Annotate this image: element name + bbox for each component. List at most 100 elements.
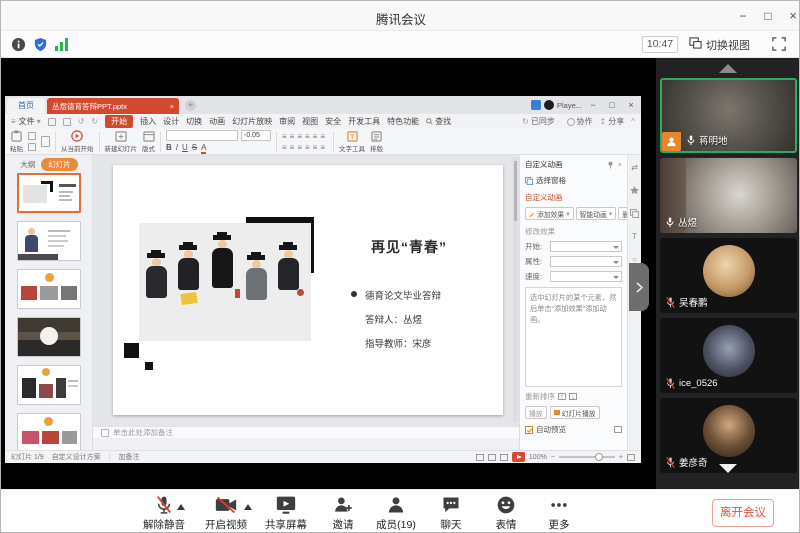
wps-tab-view: 视图 (302, 116, 318, 127)
slide-deco-square (124, 343, 139, 358)
layout-button: 版式 (142, 131, 155, 153)
wps-tab-slideshow: 幻灯片放映 (232, 116, 272, 127)
share-screen-button[interactable]: 共享屏幕 (260, 495, 312, 532)
smart-animation-button: 智能动画▾ (576, 207, 617, 220)
security-shield-icon[interactable] (33, 37, 48, 57)
add-effect-button: 添加效果▾ (525, 207, 574, 220)
wps-tab-features: 特色功能 (387, 116, 419, 127)
network-signal-icon[interactable] (55, 38, 69, 56)
fullscreen-icon[interactable] (772, 37, 786, 56)
speed-field-select (550, 271, 622, 282)
italic-button: I (176, 143, 178, 154)
more-dots-icon (549, 495, 569, 515)
start-field-select (550, 241, 622, 252)
canvas-scrollbar (513, 157, 518, 423)
invite-person-icon (333, 495, 353, 515)
chat-button[interactable]: 聊天 (425, 495, 477, 532)
scroll-down-arrow[interactable] (719, 464, 737, 473)
slide-thumbnail-3 (17, 269, 81, 309)
video-tile-5[interactable]: 姜彦奇 (660, 398, 797, 473)
video-tile-2[interactable]: 丛煜 (660, 158, 797, 233)
wps-home-tab: 首页 (7, 98, 45, 114)
normal-view-icon (476, 454, 484, 461)
slideshow-play-button (512, 452, 525, 462)
wps-account-name: Playe... (557, 101, 582, 110)
audio-options-caret[interactable] (177, 504, 185, 510)
wps-tab-transition: 切换 (186, 116, 202, 127)
invite-button[interactable]: 邀请 (317, 495, 369, 532)
video-options-caret[interactable] (244, 504, 252, 510)
cut-icon (28, 132, 36, 140)
close-button[interactable]: × (782, 7, 800, 25)
leave-meeting-button[interactable]: 离开会议 (712, 499, 774, 527)
wps-sync-status: ↻已同步· (522, 116, 559, 127)
avatar (703, 325, 755, 377)
font-color-button: A (201, 143, 206, 154)
meeting-info-icon[interactable] (11, 37, 26, 57)
meeting-toolbar: 10:47 切换视图 (1, 31, 800, 58)
wps-workspace: 大纲 幻灯片 (5, 155, 641, 450)
copy-icon (28, 143, 36, 151)
new-slide-button: 新建幻灯片 (105, 131, 138, 153)
video-tile-1[interactable]: 蒋明地 (660, 78, 797, 153)
host-badge-icon (662, 132, 681, 151)
mic-muted-icon (665, 457, 676, 468)
slide-bullet-3: 指导教师：宋彦 (365, 336, 432, 350)
auto-preview-checkbox (525, 426, 533, 434)
wps-tab-close-icon: × (170, 102, 174, 111)
maximize-button[interactable]: □ (757, 7, 779, 25)
play-from-current-button: 从当前开始 (61, 130, 94, 153)
member-person-icon (386, 495, 406, 515)
unmute-button[interactable]: 解除静音 (138, 495, 190, 532)
underline-button: U (182, 143, 188, 154)
animation-hint-box: 选中幻灯片的某个元素，然后单击“添加效果”添加动画。 (525, 287, 622, 387)
text-tools-button: T 文字工具 (339, 131, 365, 153)
sidebar-collapse-handle[interactable] (629, 263, 649, 311)
camera-off-icon (215, 495, 237, 515)
wps-document-tab: 丛煜德育答辩PPT.pptx × (47, 98, 179, 114)
wps-restore-icon: □ (604, 97, 620, 113)
reorder-up-button: ↑ (558, 393, 566, 400)
print-icon (63, 118, 71, 126)
emoji-button[interactable]: 表情 (480, 495, 532, 532)
format-painter-icon (41, 136, 50, 147)
participant-name: 蒋明地 (699, 133, 728, 147)
zoom-out-button: − (551, 454, 555, 461)
wps-close-icon: × (623, 97, 639, 113)
slide-thumbnail-1 (17, 173, 81, 213)
panel-grid-icon (614, 426, 622, 433)
video-tile-4[interactable]: ice_0526 (660, 318, 797, 393)
start-video-button[interactable]: 开启视频 (200, 495, 252, 532)
video-tile-3[interactable]: 吴春鹏 (660, 238, 797, 313)
wps-ribbon: 粘贴 从当前开始 新建幻灯片 版 (5, 129, 641, 155)
tencent-meeting-window: 腾讯会议 − □ × 10:47 切换视图 首 (0, 0, 800, 533)
participant-name: ice_0526 (679, 378, 718, 389)
avatar (703, 245, 755, 297)
slideshow-icon (554, 410, 560, 415)
switch-view-button[interactable]: 切换视图 (689, 35, 750, 54)
slide-thumbnail-6 (17, 413, 81, 453)
wps-status-bar: 幻灯片 1/9 自定义设计方案 | 加备注 100% − + (5, 450, 641, 463)
reorder-down-button: ↓ (569, 393, 577, 400)
animation-panel-title: 自定义动画 (525, 159, 563, 170)
slide-bullet-1: 德育论文毕业答辩 (365, 288, 441, 302)
participant-name: 吴春鹏 (679, 295, 708, 309)
paragraph-group: ≡≡≡≡≡≡ ≡≡≡≡≡≡ (282, 132, 328, 152)
mic-muted-icon (665, 297, 676, 308)
more-button[interactable]: 更多 (533, 495, 585, 532)
minimize-button[interactable]: − (732, 7, 754, 25)
slide-bullet-2: 答辩人：丛煜 (365, 312, 422, 326)
participant-video-sidebar: 蒋明地 丛煜 吴春鹏 (656, 58, 800, 489)
members-button[interactable]: 成员(19) (367, 495, 425, 532)
wps-menu-bar: ≡ 文件▾ ↺ ↻ 开始 插入 设计 切换 动画 幻灯片放映 审阅 视图 安全 … (5, 114, 641, 129)
wps-tab-design: 设计 (163, 116, 179, 127)
scroll-up-arrow[interactable] (719, 64, 737, 73)
slide-thumbnail-4 (17, 317, 81, 357)
slide-canvas: 再见“青春” 德育论文毕业答辩 答辩人：丛煜 指导教师：宋彦 (93, 155, 519, 426)
notes-placeholder: 单击此处添加备注 (113, 427, 173, 438)
wps-document-name: 丛煜德育答辩PPT.pptx (52, 101, 166, 112)
property-field-select (550, 256, 622, 267)
panel-close-icon: × (618, 160, 622, 169)
avatar (703, 405, 755, 457)
wps-tab-review: 审阅 (279, 116, 295, 127)
